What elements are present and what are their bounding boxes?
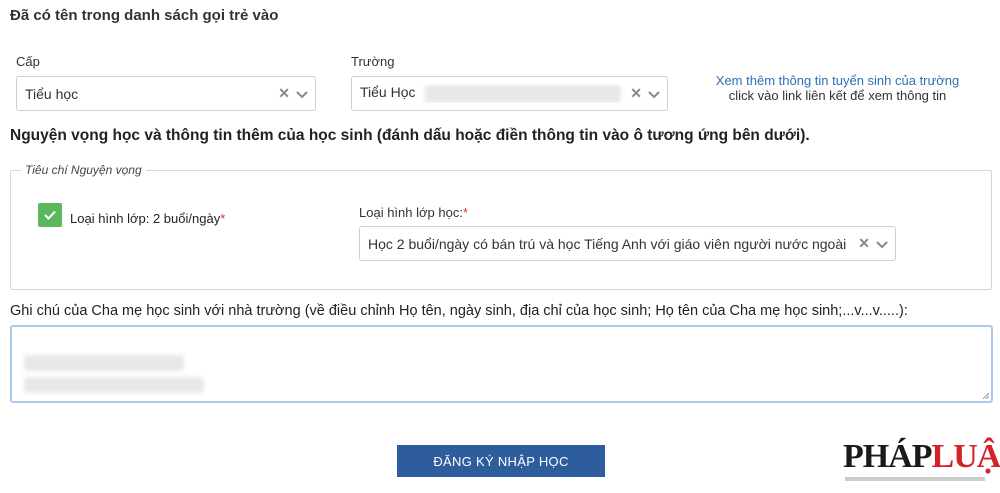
redacted-note-line-2 bbox=[24, 377, 204, 393]
notes-textarea[interactable] bbox=[10, 325, 993, 403]
school-info-block: Xem thêm thông tin tuyển sinh của trường… bbox=[690, 73, 985, 103]
phapluat-logo: PHÁPLUẬT bbox=[843, 437, 1000, 485]
cap-label: Cấp bbox=[16, 54, 40, 69]
section-title: Nguyện vọng học và thông tin thêm của họ… bbox=[10, 127, 810, 144]
logo-text-dark: PHÁP bbox=[843, 438, 933, 475]
checkbox-label-text: Loại hình lớp: 2 buổi/ngày bbox=[70, 211, 221, 226]
school-info-link[interactable]: Xem thêm thông tin tuyển sinh của trường bbox=[690, 73, 985, 88]
class-type-label: Loại hình lớp học:* bbox=[359, 205, 468, 220]
criteria-legend: Tiêu chí Nguyện vọng bbox=[21, 163, 146, 177]
cap-select[interactable]: Tiểu học ✕ bbox=[16, 76, 316, 111]
status-note: Đã có tên trong danh sách gọi trẻ vào bbox=[10, 7, 279, 24]
checkmark-icon bbox=[44, 210, 56, 220]
cap-select-value: Tiểu học bbox=[25, 85, 79, 102]
class-type-checkbox-label: Loại hình lớp: 2 buổi/ngày* bbox=[70, 211, 225, 226]
truong-select-value: Tiểu Học bbox=[360, 84, 416, 101]
logo-text-red: LUẬT bbox=[931, 438, 1000, 475]
class-type-checkbox[interactable] bbox=[38, 203, 62, 227]
truong-label: Trường bbox=[351, 54, 395, 69]
required-mark: * bbox=[462, 205, 468, 220]
chevron-down-icon[interactable] bbox=[875, 237, 889, 251]
class-type-label-text: Loại hình lớp học: bbox=[359, 205, 463, 220]
redacted-note-line-1 bbox=[24, 355, 184, 371]
redacted-school-name bbox=[425, 84, 622, 103]
clear-icon[interactable]: ✕ bbox=[630, 85, 642, 102]
logo-tagline-bar bbox=[845, 477, 985, 481]
clear-icon[interactable]: ✕ bbox=[858, 235, 870, 252]
truong-select[interactable]: Tiểu Học ✕ bbox=[351, 76, 668, 111]
school-info-hint: click vào link liên kết để xem thông tin bbox=[728, 88, 947, 103]
class-type-select-value: Học 2 buổi/ngày có bán trú và học Tiếng … bbox=[368, 235, 847, 252]
register-button[interactable]: ĐĂNG KÝ NHẬP HỌC bbox=[397, 445, 605, 477]
required-mark: * bbox=[220, 211, 226, 226]
chevron-down-icon[interactable] bbox=[295, 87, 309, 101]
resize-handle-icon[interactable] bbox=[981, 391, 989, 399]
chevron-down-icon[interactable] bbox=[647, 87, 661, 101]
class-type-select[interactable]: Học 2 buổi/ngày có bán trú và học Tiếng … bbox=[359, 226, 896, 261]
notes-label: Ghi chú của Cha mẹ học sinh với nhà trườ… bbox=[10, 303, 908, 319]
clear-icon[interactable]: ✕ bbox=[278, 85, 290, 102]
